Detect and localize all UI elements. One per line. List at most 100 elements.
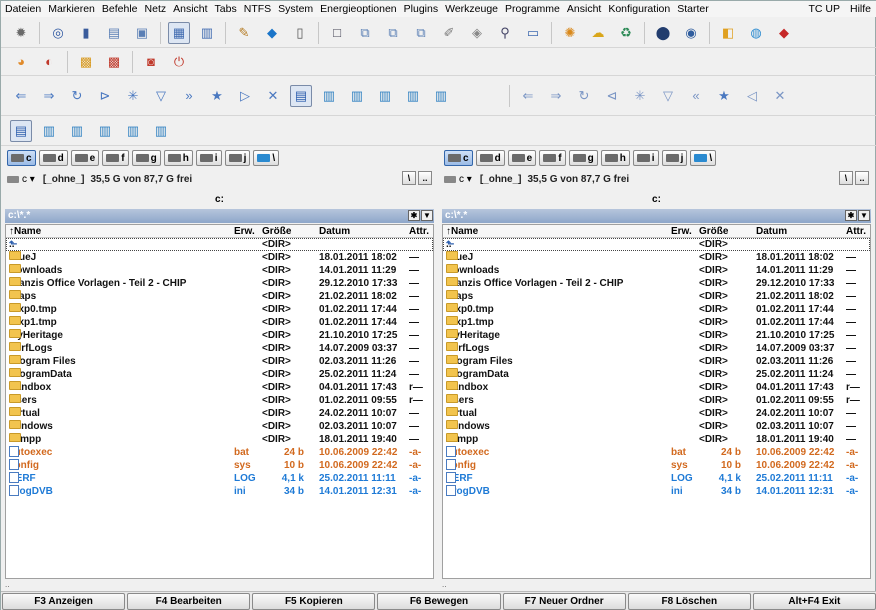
drive-j-button[interactable]: j [661,150,688,166]
view-b-icon[interactable]: ▥ [346,85,368,107]
drive-g-button[interactable]: g [568,150,598,166]
star-icon[interactable]: ★ [206,85,228,107]
drive-f-button[interactable]: f [539,150,566,166]
drive-d-button[interactable]: d [38,150,68,166]
table-row[interactable]: PERF LOG 4,1 k 25.02.2011 11:11 -a- [443,472,870,485]
drive-c-button[interactable]: c [7,150,36,166]
table-row[interactable]: BlueJ <DIR> 18.01.2011 18:02 — [6,251,433,264]
full-view-icon[interactable]: ▥ [196,22,218,44]
table-row[interactable]: ⬑.. <DIR> [443,238,870,251]
view-e-icon[interactable]: ▥ [430,85,452,107]
table-row[interactable]: autoexec bat 24 b 10.06.2009 22:42 -a- [443,446,870,459]
network-icon[interactable]: ◆ [261,22,283,44]
trash-icon[interactable]: ▯ [289,22,311,44]
table-row[interactable]: Windows <DIR> 02.03.2011 10:07 — [443,420,870,433]
view-a-icon[interactable]: ▥ [38,120,60,142]
ruby-icon[interactable]: ◆ [773,22,795,44]
skip-icon[interactable]: ⊲ [601,85,623,107]
parent-button[interactable]: .. [855,171,869,185]
parent-button[interactable]: .. [418,171,432,185]
box-icon[interactable]: ◧ [717,22,739,44]
menu-werkzeuge[interactable]: Werkzeuge [445,3,498,15]
globe-icon[interactable]: ◉ [680,22,702,44]
history-button[interactable]: ✱ [408,210,420,221]
header-date[interactable]: Datum [319,225,350,238]
table-row[interactable]: MyHeritage <DIR> 21.10.2010 17:25 — [443,329,870,342]
table-row[interactable]: config sys 10 b 10.06.2009 22:42 -a- [443,459,870,472]
table-row[interactable]: Franzis Office Vorlagen - Teil 2 - CHIP <… [6,277,433,290]
tab-view-icon[interactable]: ▤ [290,84,312,107]
shield-icon[interactable]: ⬤ [652,22,674,44]
header-date[interactable]: Datum [756,225,787,238]
header-name[interactable]: ↑Name [9,225,41,238]
f7-new-folder-button[interactable]: F7 Neuer Ordner [502,593,626,610]
table-row[interactable]: Sandbox <DIR> 04.01.2011 17:43 r— [6,381,433,394]
header-size[interactable]: Größe [262,225,291,238]
table-row[interactable]: PERF LOG 4,1 k 25.02.2011 11:11 -a- [6,472,433,485]
header-ext[interactable]: Erw. [234,225,255,238]
header-ext[interactable]: Erw. [671,225,692,238]
star-icon[interactable]: ★ [713,85,735,107]
menu-ansicht-2[interactable]: Ansicht [567,3,601,15]
table-row[interactable]: Users <DIR> 01.02.2011 09:55 r— [443,394,870,407]
table-row[interactable]: xampp <DIR> 18.01.2011 19:40 — [443,433,870,446]
menu-tabs[interactable]: Tabs [215,3,237,15]
drive-e-button[interactable]: e [70,150,100,166]
f5-copy-button[interactable]: F5 Kopieren [252,593,376,610]
refresh-icon[interactable]: ↻ [573,85,595,107]
view-e-icon[interactable]: ▥ [150,120,172,142]
menu-system[interactable]: System [278,3,313,15]
f4-edit-button[interactable]: F4 Bearbeiten [127,593,251,610]
sun-icon[interactable]: ✺ [559,22,581,44]
table-row[interactable]: PerfLogs <DIR> 14.07.2009 03:37 — [6,342,433,355]
view-d-icon[interactable]: ▥ [122,120,144,142]
menu-energieoptionen[interactable]: Energieoptionen [320,3,396,15]
play-back-icon[interactable]: ◁ [741,85,763,107]
table-row[interactable]: Downloads <DIR> 14.01.2011 11:29 — [6,264,433,277]
back-icon[interactable]: « [685,85,707,107]
square-icon[interactable]: □ [326,22,348,44]
copy-icon[interactable]: ⧉ [354,22,376,44]
header-attr[interactable]: Attr. [409,225,429,238]
table-row[interactable]: Windows <DIR> 02.03.2011 10:07 — [6,420,433,433]
wrench-icon[interactable]: ✎ [233,22,255,44]
arrow-right-icon[interactable]: ⇒ [545,85,567,107]
table-row[interactable]: Virtual <DIR> 24.02.2011 10:07 — [443,407,870,420]
drive-i-button[interactable]: i [632,150,659,166]
view-c-icon[interactable]: ▥ [94,120,116,142]
cross-icon[interactable]: ✕ [769,85,791,107]
drive-h-button[interactable]: h [163,150,193,166]
arrow-left-icon[interactable]: ⇐ [517,85,539,107]
recycle-icon[interactable]: ♻ [615,22,637,44]
table-row[interactable]: Downloads <DIR> 14.01.2011 11:29 — [443,264,870,277]
network-drive-button[interactable]: \ [690,150,717,166]
edit-icon[interactable]: ✐ [438,22,460,44]
view-d-icon[interactable]: ▥ [402,85,424,107]
book-icon[interactable]: ▮ [75,22,97,44]
menu-netz[interactable]: Netz [145,3,167,15]
pie-icon[interactable]: ◕ [10,51,32,73]
table-row[interactable]: xampp <DIR> 18.01.2011 19:40 — [6,433,433,446]
grid-red-icon[interactable]: ▩ [103,51,125,73]
exit-button[interactable]: Alt+F4 Exit [752,593,876,610]
header-size[interactable]: Größe [699,225,728,238]
drive-i-button[interactable]: i [195,150,222,166]
dropdown-button[interactable]: ▼ [421,210,433,221]
play-icon[interactable]: ▷ [234,85,256,107]
search-icon[interactable]: ⚲ [494,22,516,44]
window-icon[interactable]: ▣ [131,22,153,44]
arrow-left-icon[interactable]: ⇐ [10,85,32,107]
arrow-right-icon[interactable]: ⇒ [38,85,60,107]
command-line[interactable]: .. [442,581,871,591]
table-row[interactable]: MyHeritage <DIR> 21.10.2010 17:25 — [6,329,433,342]
history-button[interactable]: ✱ [845,210,857,221]
copy2-icon[interactable]: ⧉ [382,22,404,44]
table-row[interactable]: PerfLogs <DIR> 14.07.2009 03:37 — [443,342,870,355]
tag-icon[interactable]: ◈ [466,22,488,44]
menu-hilfe[interactable]: Hilfe [850,3,871,15]
grid-icon[interactable]: ▩ [75,51,97,73]
menu-befehle[interactable]: Befehle [102,3,138,15]
flag-icon[interactable]: ◐ [38,51,60,73]
view-icon[interactable]: ▤ [10,119,32,142]
table-row[interactable]: BlueJ <DIR> 18.01.2011 18:02 — [443,251,870,264]
